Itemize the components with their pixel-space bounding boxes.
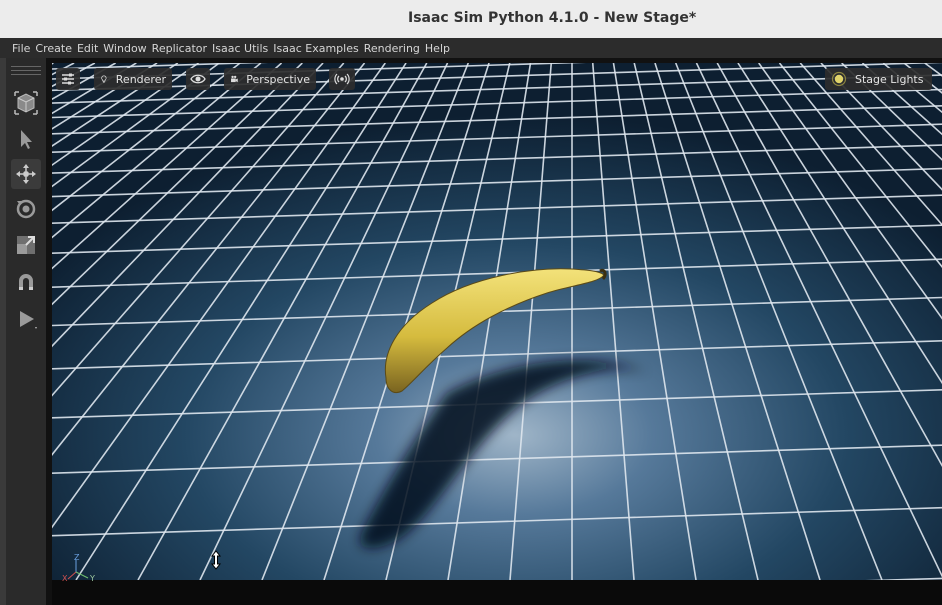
move-icon[interactable] (11, 159, 41, 189)
menu-isaac-examples[interactable]: Isaac Examples (273, 42, 358, 55)
menu-rendering[interactable]: Rendering (364, 42, 420, 55)
camera-label: Perspective (246, 72, 310, 86)
tool-bar (6, 58, 47, 605)
renderer-label: Renderer (115, 72, 166, 86)
toolbar-grip-line (11, 70, 41, 71)
axis-x-label: X (62, 574, 68, 582)
scale-icon[interactable] (11, 230, 41, 260)
stage-lights-label: Stage Lights (855, 72, 924, 86)
viewport[interactable]: Renderer Perspective Stage Lights (52, 63, 942, 580)
resize-cursor-icon (210, 550, 222, 570)
menu-bar: File Create Edit Window Replicator Isaac… (0, 38, 942, 58)
menu-file[interactable]: File (12, 42, 30, 55)
camera-menu-button[interactable]: Perspective (224, 68, 316, 90)
rotate-icon[interactable] (11, 194, 41, 224)
movie-camera-icon (231, 75, 238, 83)
menu-create[interactable]: Create (35, 42, 72, 55)
sun-icon (831, 71, 847, 87)
renderer-menu-button[interactable]: Renderer (94, 68, 172, 90)
viewport-select-mode-icon[interactable] (11, 88, 41, 118)
stage-lights-menu-button[interactable]: Stage Lights (825, 68, 932, 90)
axis-gizmo: Z X Y (62, 553, 95, 582)
toolbar-grip[interactable] (11, 66, 41, 67)
menu-edit[interactable]: Edit (77, 42, 98, 55)
lightbulb-icon (101, 75, 107, 83)
menu-help[interactable]: Help (425, 42, 450, 55)
select-arrow-icon[interactable] (11, 124, 41, 154)
axis-z-label: Z (74, 553, 80, 562)
axis-y-label: Y (89, 574, 95, 582)
sliders-icon (62, 73, 74, 85)
snap-magnet-icon[interactable] (11, 267, 41, 297)
viewport-scene[interactable] (52, 63, 942, 580)
broadcast-icon (334, 73, 350, 85)
menu-window[interactable]: Window (103, 42, 146, 55)
audio-menu-button[interactable] (329, 68, 355, 90)
viewport-settings-button[interactable] (56, 68, 80, 90)
menu-isaac-utils[interactable]: Isaac Utils (212, 42, 268, 55)
window-titlebar: Isaac Sim Python 4.1.0 - New Stage* (0, 0, 942, 39)
toolbar-grip-line (11, 74, 41, 75)
viewport-bottom-strip (52, 580, 942, 605)
eye-icon (190, 74, 206, 84)
play-icon[interactable] (11, 304, 41, 334)
visibility-menu-button[interactable] (186, 68, 210, 90)
menu-replicator[interactable]: Replicator (152, 42, 207, 55)
window-title: Isaac Sim Python 4.1.0 - New Stage* (408, 10, 697, 26)
